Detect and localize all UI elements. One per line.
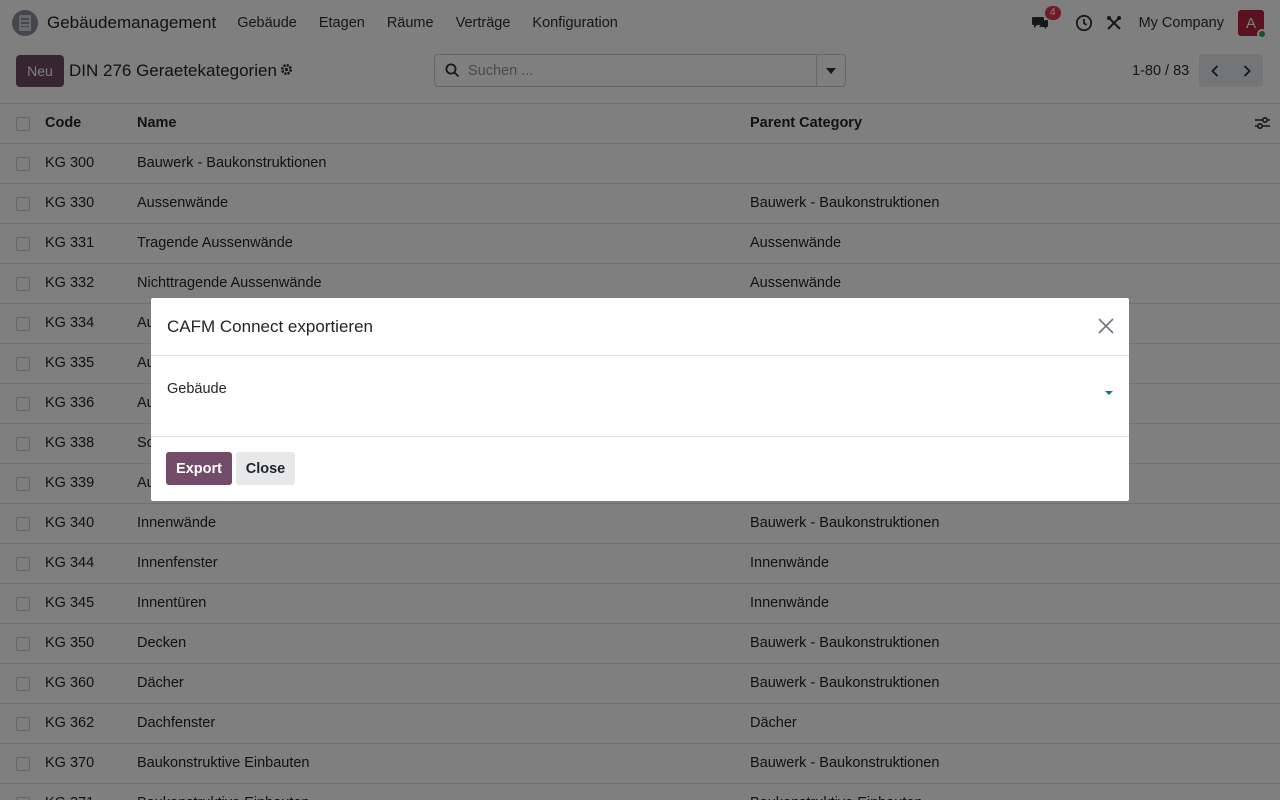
dialog-title: CAFM Connect exportieren [167,317,373,336]
gebaeude-field-label: Gebäude [167,381,227,397]
dialog-body: Gebäude [151,356,1129,437]
dialog-footer: Export Close [151,437,1129,501]
gebaeude-select[interactable] [451,376,1115,406]
close-icon[interactable] [1097,317,1115,335]
export-button[interactable]: Export [166,452,232,485]
dialog-header: CAFM Connect exportieren [151,298,1129,356]
close-button[interactable]: Close [236,452,295,485]
dropdown-caret-icon [1105,391,1113,395]
export-dialog: CAFM Connect exportieren Gebäude Export … [151,298,1129,501]
